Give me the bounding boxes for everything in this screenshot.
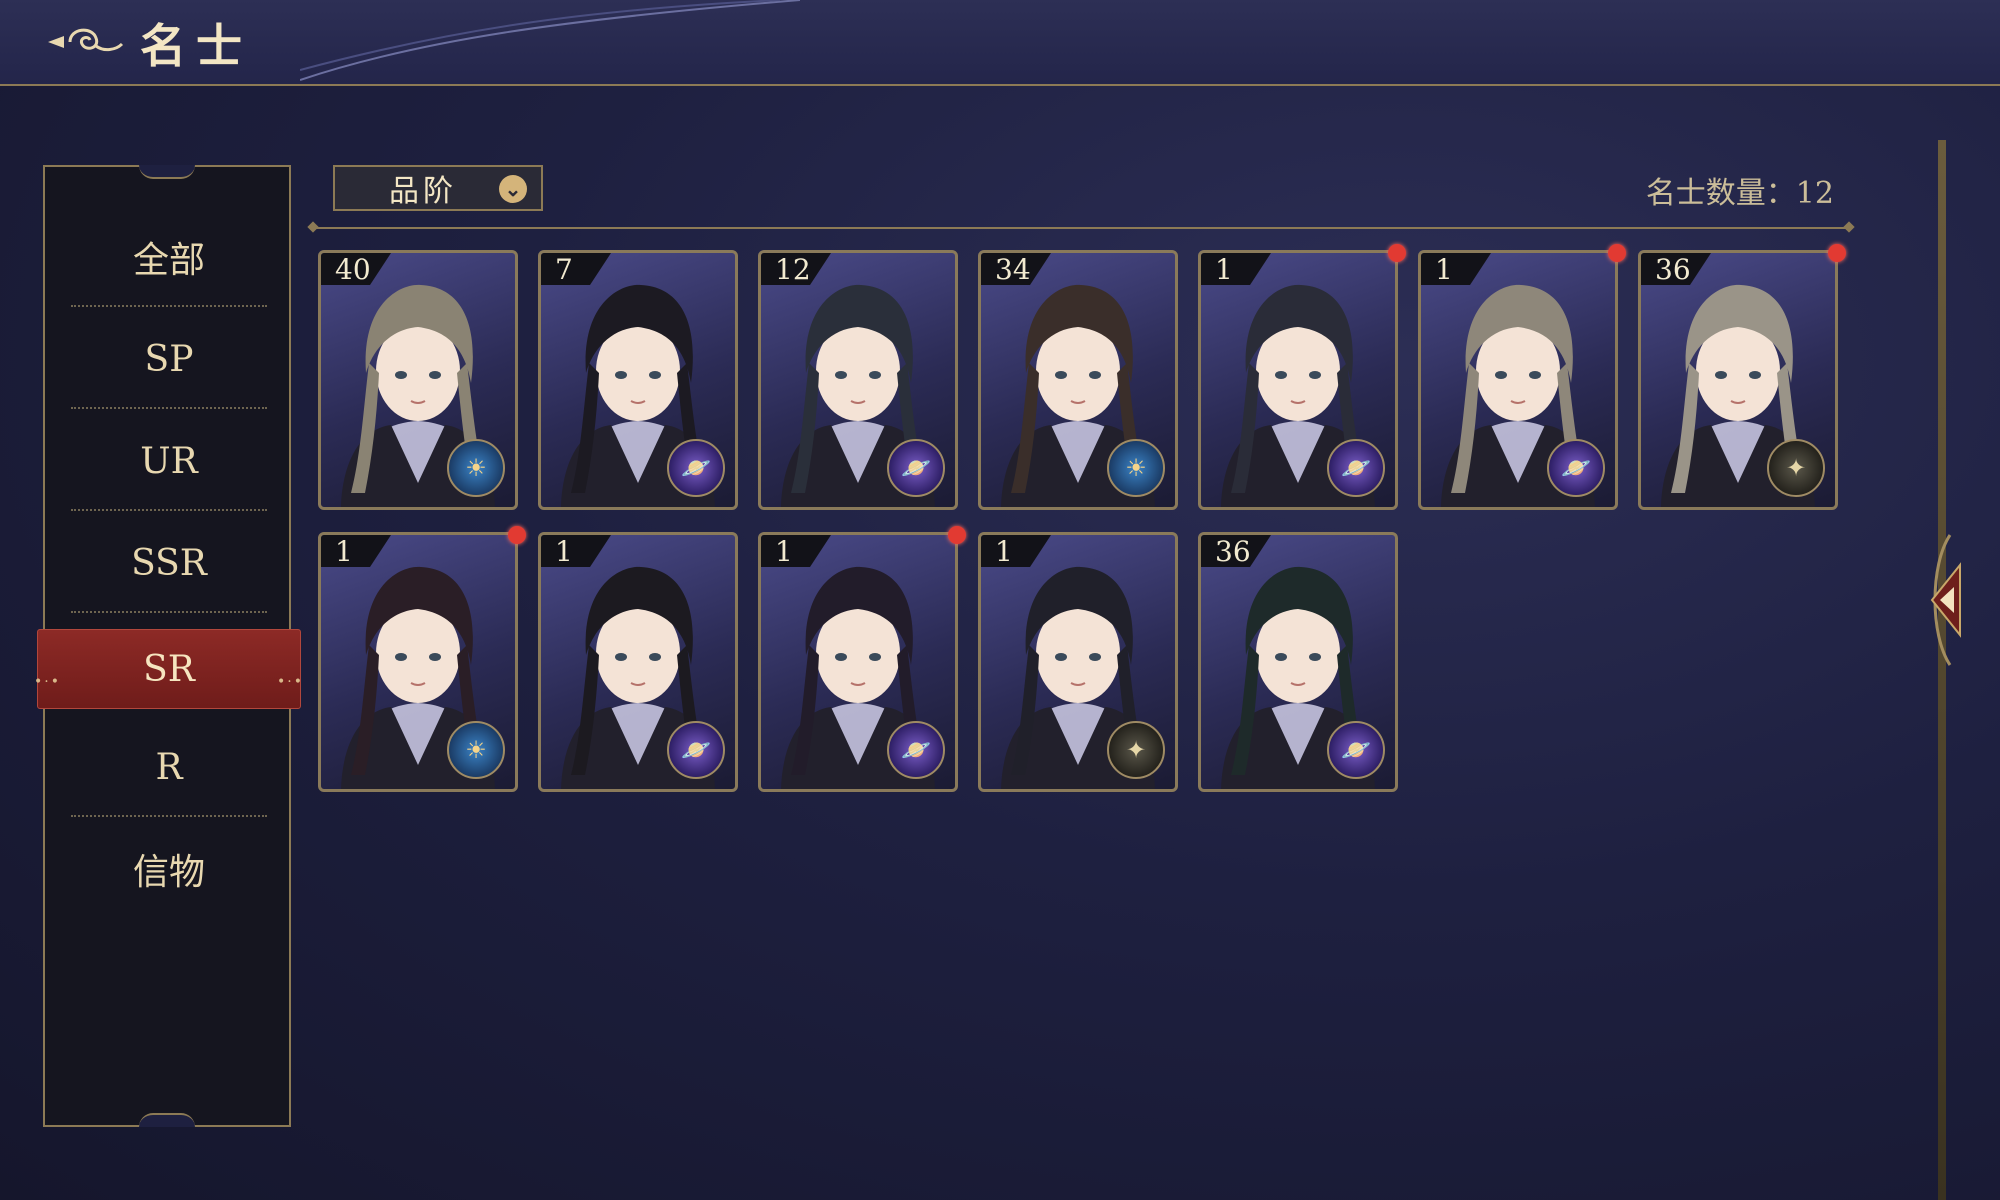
hero-card[interactable]: 36 🪐	[1198, 532, 1398, 792]
ornament-dots: •·•	[277, 674, 304, 690]
notification-dot	[1388, 244, 1406, 262]
sidebar-item-label: R	[155, 746, 183, 788]
filter-label: 品阶	[389, 174, 457, 209]
level-value: 12	[775, 253, 811, 286]
hero-card[interactable]: 1 🪐	[538, 532, 738, 792]
sun-emblem-icon: ☀	[447, 721, 505, 779]
hero-card[interactable]: 40 ☀	[318, 250, 518, 510]
level-value: 34	[995, 253, 1031, 286]
level-value: 1	[335, 535, 353, 568]
chevron-down-icon: ⌄	[499, 175, 527, 203]
sidebar-item-label: 信物	[132, 852, 205, 893]
top-header: 名士	[0, 0, 2000, 86]
level-value: 1	[1435, 253, 1453, 286]
level-value: 1	[775, 535, 793, 568]
level-value: 1	[555, 535, 573, 568]
planet-emblem-icon: 🪐	[667, 439, 725, 497]
page-title: 名士	[140, 19, 252, 73]
sidebar-item-all[interactable]: 全部	[45, 207, 293, 307]
planet-emblem-icon: 🪐	[1327, 721, 1385, 779]
hero-card[interactable]: 1 ✦	[978, 532, 1178, 792]
rarity-sidebar: 全部 SP UR SSR •·• SR •·• R 信物	[34, 165, 302, 1127]
sun-emblem-icon: ☀	[1107, 439, 1165, 497]
sidebar-item-label: UR	[140, 440, 198, 482]
sidebar-top-notch	[139, 165, 195, 179]
hero-card[interactable]: 1 🪐	[1418, 250, 1618, 510]
sidebar-item-label: SSR	[131, 542, 207, 584]
divider	[71, 305, 267, 307]
sidebar-item-ur[interactable]: UR	[45, 411, 293, 511]
sidebar-item-r[interactable]: R	[45, 717, 293, 817]
collapse-arrow-icon[interactable]	[1910, 525, 1970, 675]
sidebar-item-sp[interactable]: SP	[45, 309, 293, 409]
planet-emblem-icon: 🪐	[887, 721, 945, 779]
level-value: 7	[555, 253, 573, 286]
hero-card[interactable]: 1 ☀	[318, 532, 518, 792]
sidebar-item-label: 全部	[132, 240, 205, 281]
sidebar-item-label: SR	[143, 648, 195, 690]
notification-dot	[508, 526, 526, 544]
sidebar-item-ssr[interactable]: SSR	[45, 513, 293, 613]
grade-filter-dropdown[interactable]: 品阶 ⌄	[333, 165, 543, 211]
sidebar-item-token[interactable]: 信物	[45, 819, 293, 919]
level-value: 36	[1215, 535, 1251, 568]
hero-card[interactable]: 7 🪐	[538, 250, 738, 510]
ornament-dots: •·•	[34, 674, 61, 690]
decorative-swirl-icon	[300, 0, 800, 81]
sidebar-item-label: SP	[144, 338, 194, 380]
star-emblem-icon: ✦	[1767, 439, 1825, 497]
planet-emblem-icon: 🪐	[887, 439, 945, 497]
level-value: 1	[995, 535, 1013, 568]
sidebar-item-sr[interactable]: •·• SR •·•	[34, 629, 304, 709]
sun-emblem-icon: ☀	[447, 439, 505, 497]
hero-card[interactable]: 1 🪐	[1198, 250, 1398, 510]
planet-emblem-icon: 🪐	[1547, 439, 1605, 497]
hero-card[interactable]: 36 ✦	[1638, 250, 1838, 510]
back-cloud-icon[interactable]	[42, 18, 126, 64]
notification-dot	[1828, 244, 1846, 262]
level-value: 1	[1215, 253, 1233, 286]
divider	[71, 509, 267, 511]
level-value: 36	[1655, 253, 1691, 286]
planet-emblem-icon: 🪐	[1327, 439, 1385, 497]
level-value: 40	[335, 253, 371, 286]
hero-card[interactable]: 1 🪐	[758, 532, 958, 792]
header-divider	[313, 227, 1849, 229]
divider	[71, 815, 267, 817]
divider	[71, 407, 267, 409]
divider	[71, 611, 267, 613]
notification-dot	[948, 526, 966, 544]
hero-count: 名士数量：12	[1645, 176, 1834, 211]
sidebar-bottom-notch	[139, 1113, 195, 1127]
hero-card[interactable]: 34 ☀	[978, 250, 1178, 510]
notification-dot	[1608, 244, 1626, 262]
star-emblem-icon: ✦	[1107, 721, 1165, 779]
hero-card[interactable]: 12 🪐	[758, 250, 958, 510]
planet-emblem-icon: 🪐	[667, 721, 725, 779]
